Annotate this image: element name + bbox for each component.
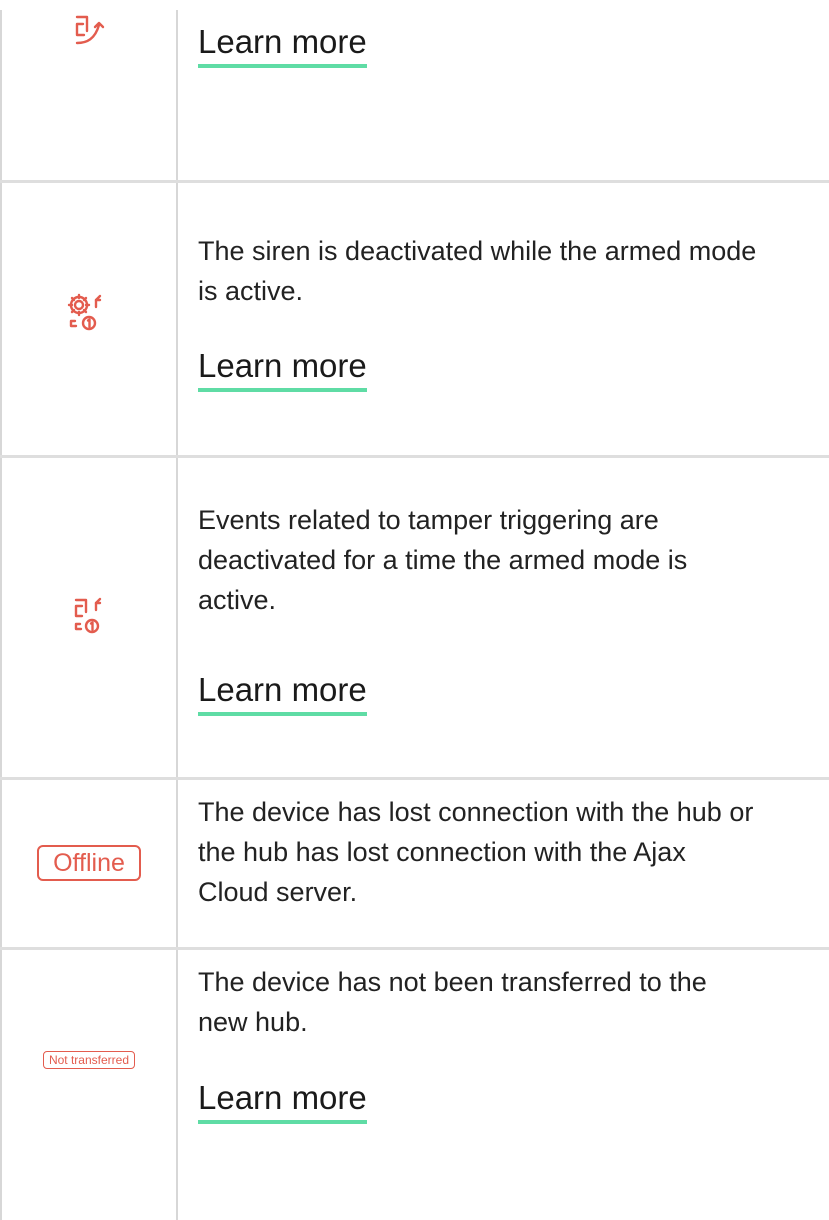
icon-cell: Offline [2,838,176,888]
description-line: The device has lost connection with the … [198,797,754,827]
description-line: Cloud server. [198,877,358,907]
offline-status-badge: Offline [37,845,141,881]
icon-cell [2,283,176,343]
table-row: Not transferred The device has not been … [0,950,829,1220]
description-line: The siren is deactivated while the armed… [198,236,757,266]
tamper-arrow-icon [71,13,107,53]
description-line: Events related to tamper triggering are [198,505,659,535]
tamper-deactivated-icon [72,596,106,636]
learn-more-link[interactable]: Learn more [198,1078,367,1124]
icon-cell [2,8,176,58]
description-line: the hub has lost connection with the Aja… [198,837,686,867]
table-row: Events related to tamper triggering are … [0,458,829,778]
table-row: The siren is deactivated while the armed… [0,183,829,456]
learn-more-link[interactable]: Learn more [198,346,367,392]
status-icons-table: Learn more The siren is deactivated whil… [0,0,829,1220]
learn-more-link[interactable]: Learn more [198,670,367,716]
gear-deactivated-icon [67,293,111,333]
table-row: Learn more [0,0,829,181]
description-line: new hub. [198,1007,308,1037]
table-row: Offline The device has lost connection w… [0,780,829,948]
description-line: active. [198,585,277,615]
not-transferred-status-badge: Not transferred [42,1051,136,1069]
learn-more-link[interactable]: Learn more [198,22,367,68]
description-line: is active. [198,276,304,306]
icon-cell: Not transferred [2,1040,176,1080]
description-line: The device has not been transferred to t… [198,967,707,997]
description-line: deactivated for a time the armed mode is [198,545,688,575]
icon-cell [2,586,176,646]
